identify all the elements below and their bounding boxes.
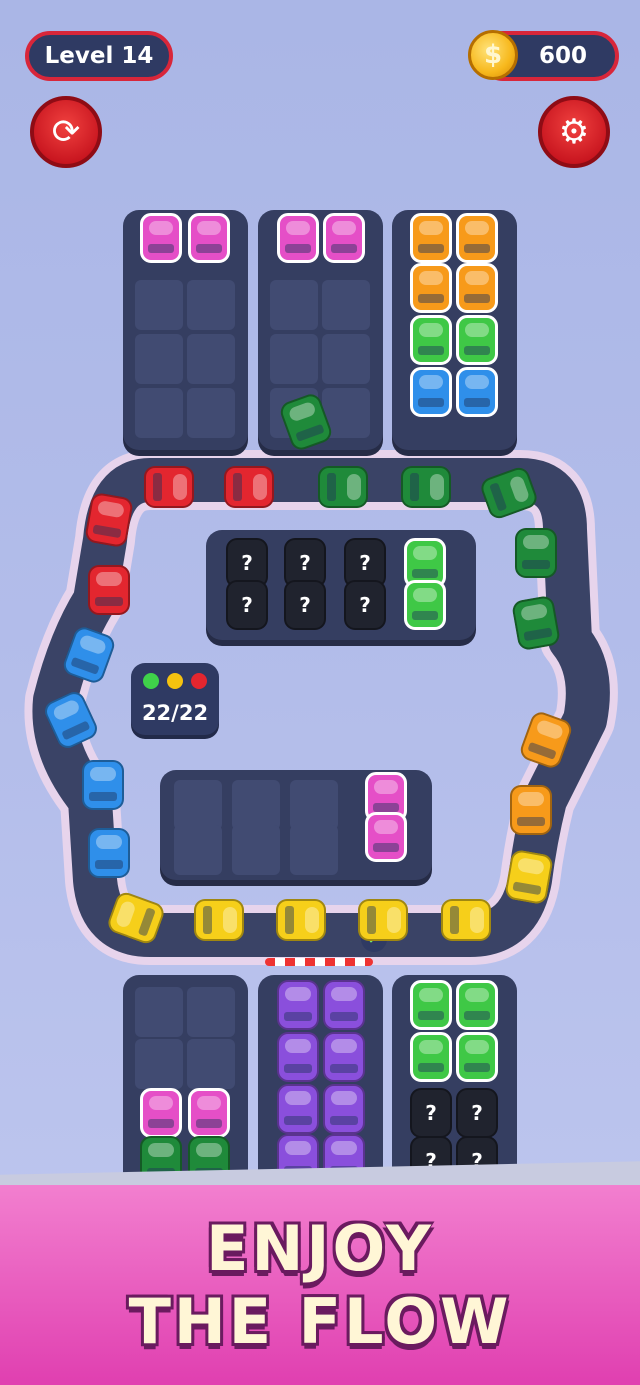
dark-green-car[interactable] bbox=[318, 466, 368, 508]
blue-car[interactable] bbox=[88, 828, 130, 878]
dark-green-car[interactable] bbox=[401, 466, 451, 508]
banner-line-1: ENJOY bbox=[206, 1212, 434, 1285]
green-car[interactable] bbox=[404, 580, 446, 630]
counter-text: 22/22 bbox=[141, 701, 209, 725]
green-light-icon bbox=[143, 673, 159, 689]
purple-car[interactable] bbox=[277, 1084, 319, 1134]
orange-car[interactable] bbox=[410, 263, 452, 313]
pink-car[interactable] bbox=[140, 213, 182, 263]
yellow-light-icon bbox=[167, 673, 183, 689]
blue-car[interactable] bbox=[456, 367, 498, 417]
blue-car[interactable] bbox=[410, 367, 452, 417]
yellow-car[interactable] bbox=[441, 899, 491, 941]
blue-car[interactable] bbox=[82, 760, 124, 810]
traffic-counter: 22/22 bbox=[131, 663, 219, 735]
red-car[interactable] bbox=[224, 466, 274, 508]
yellow-car[interactable] bbox=[276, 899, 326, 941]
red-car[interactable] bbox=[144, 466, 194, 508]
purple-car[interactable] bbox=[323, 980, 365, 1030]
yellow-car[interactable] bbox=[358, 899, 408, 941]
pink-car[interactable] bbox=[188, 1088, 230, 1138]
red-light-icon bbox=[191, 673, 207, 689]
purple-car[interactable] bbox=[277, 1032, 319, 1082]
mystery-car[interactable]: ? bbox=[344, 580, 386, 630]
green-car[interactable] bbox=[456, 980, 498, 1030]
pink-car[interactable] bbox=[277, 213, 319, 263]
green-car[interactable] bbox=[410, 315, 452, 365]
green-car[interactable] bbox=[456, 1032, 498, 1082]
mystery-car[interactable]: ? bbox=[456, 1088, 498, 1138]
mystery-car[interactable]: ? bbox=[284, 580, 326, 630]
red-car[interactable] bbox=[83, 491, 135, 549]
orange-car[interactable] bbox=[510, 785, 552, 835]
green-car[interactable] bbox=[410, 1032, 452, 1082]
purple-car[interactable] bbox=[323, 1032, 365, 1082]
yellow-car[interactable] bbox=[194, 899, 244, 941]
green-car[interactable] bbox=[456, 315, 498, 365]
banner-line-2: THE FLOW bbox=[128, 1285, 512, 1358]
dark-green-car[interactable] bbox=[510, 594, 562, 652]
yellow-car[interactable] bbox=[503, 848, 555, 906]
orange-car[interactable] bbox=[456, 213, 498, 263]
mystery-car[interactable]: ? bbox=[226, 580, 268, 630]
purple-car[interactable] bbox=[323, 1084, 365, 1134]
mystery-car[interactable]: ? bbox=[410, 1088, 452, 1138]
purple-car[interactable] bbox=[277, 980, 319, 1030]
exit-barrier bbox=[265, 958, 373, 966]
green-car[interactable] bbox=[410, 980, 452, 1030]
pink-car[interactable] bbox=[323, 213, 365, 263]
orange-car[interactable] bbox=[410, 213, 452, 263]
pink-car[interactable] bbox=[140, 1088, 182, 1138]
pink-car[interactable] bbox=[188, 213, 230, 263]
orange-car[interactable] bbox=[456, 263, 498, 313]
pink-car[interactable] bbox=[365, 812, 407, 862]
red-car[interactable] bbox=[88, 565, 130, 615]
dark-green-car[interactable] bbox=[515, 528, 557, 578]
